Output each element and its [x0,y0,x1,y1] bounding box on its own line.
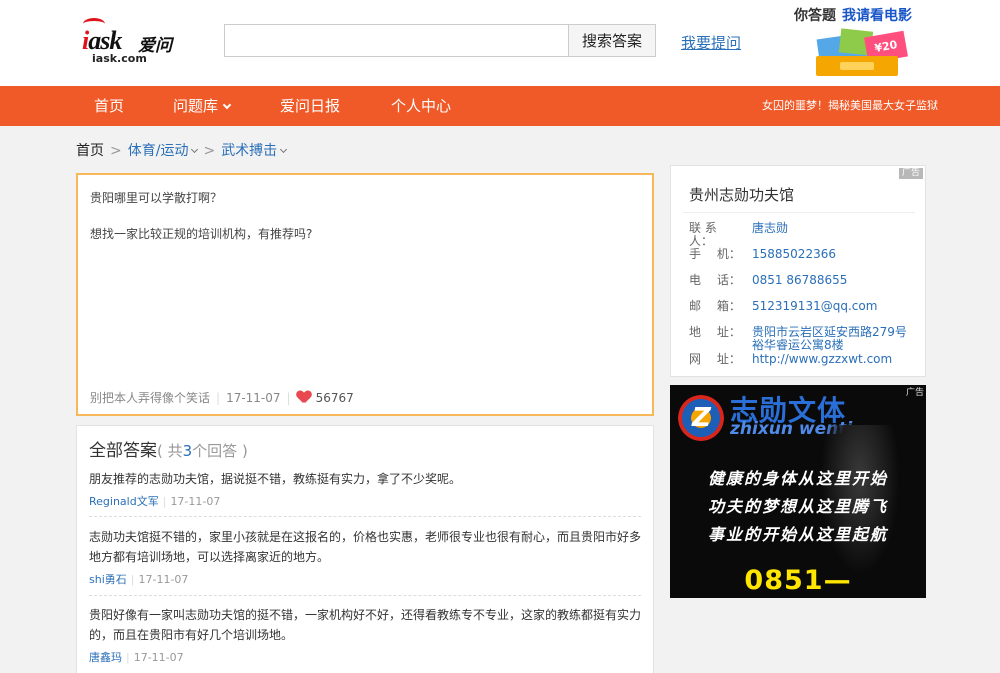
answer-user[interactable]: Reginald文军 [89,495,159,508]
promo-highlight: 我请看电影 [842,8,912,24]
nav-notice-link[interactable]: 女囚的噩梦！揭秘美国最大女子监狱 [762,86,938,126]
question-title: 贵阳哪里可以学散打啊？ [90,191,223,205]
ad-slogan: 事业的开始从这里起航 [707,525,888,544]
nav-item-daily[interactable]: 爱问日报 [280,86,340,126]
ad-label: 广告 [905,388,924,398]
logo-domain: iask.com [92,52,147,65]
question-description: 想找一家比较正规的培训机构，有推荐吗? [90,227,313,241]
breadcrumb: 首页 > 体育/运动 > 武术搏击 [76,140,288,160]
question-meta: 别把本人弄得像个笑话 | 17-11-07 | 56767 [90,391,354,405]
iask-logo[interactable]: iask 爱问 iask.com [80,18,180,65]
breadcrumb-subcategory[interactable]: 武术搏击 [221,143,288,159]
ad-label: 广告 [898,168,923,179]
question-likes: 56767 [315,391,354,405]
answer-date: 17-11-07 [138,573,189,586]
chevron-down-icon [191,145,199,154]
answer-text: 志勋功夫馆挺不错的，家里小孩就是在这报名的，价格也实惠，老师很专业也很有耐心，而… [89,530,642,564]
ad-slogan: 功夫的梦想从这里腾飞 [707,497,888,516]
card-title: 贵州志勋功夫馆 [689,186,795,204]
ask-question-link[interactable]: 我要提问 [681,32,741,53]
chevron-down-icon [222,100,232,110]
heart-icon[interactable] [297,391,311,403]
promo-banner[interactable]: 你答题 我请看电影 ¥20 [786,4,926,82]
question-author[interactable]: 别把本人弄得像个笑话 [90,391,210,405]
divider [683,212,915,213]
answers-heading: 全部答案( 共3个回答 ) [89,441,248,461]
ad-phone: 0851—86788655 [719,565,876,598]
answer-user[interactable]: shi勇石 [89,573,127,586]
ad-contact-card[interactable]: 广告 贵州志勋功夫馆 联 系 人： 唐志勋 手 机： 15885022366 电 话… [670,165,926,377]
answer-date: 17-11-07 [133,651,184,664]
ad-slogan: 健康的身体从这里开始 [707,469,888,488]
ad-banner-image[interactable]: 广告 Z 志勋文体 zhixun wenti 健康的身体从这里开始 功夫的梦想从… [670,385,926,598]
nav-item-home[interactable]: 首页 [94,86,124,126]
search-button[interactable]: 搜索答案 [568,24,656,57]
answer-divider [89,595,641,596]
question-date: 17-11-07 [226,391,281,405]
answer-date: 17-11-07 [170,495,221,508]
logo-word: ask [88,26,122,55]
answer-divider [89,516,641,517]
breadcrumb-home[interactable]: 首页 [76,143,104,159]
answer-user[interactable]: 唐鑫玛 [89,651,122,664]
box-icon [816,56,898,76]
top-header: iask 爱问 iask.com 搜索答案 我要提问 你答题 我请看电影 ¥20 [0,0,1000,86]
logo-letter: Z [692,403,711,433]
answer-item: 志勋功夫馆挺不错的，家里小孩就是在这报名的，价格也实惠，老师很专业也很有耐心，而… [89,527,641,587]
answer-text: 朋友推荐的志勋功夫馆，据说挺不错，教练挺有实力，拿了不少奖呢。 [89,472,462,486]
question-card: 贵阳哪里可以学散打啊？ 想找一家比较正规的培训机构，有推荐吗? 别把本人弄得像个… [76,173,654,416]
nav-item-profile[interactable]: 个人中心 [391,86,451,126]
promo-text: 你答题 [794,8,836,24]
search-input[interactable] [224,24,568,57]
main-nav: 首页 问题库 爱问日报 个人中心 女囚的噩梦！揭秘美国最大女子监狱 [0,86,1000,126]
breadcrumb-category[interactable]: 体育/运动 [128,143,199,159]
answer-item: 贵阳好像有一家叫志勋功夫馆的挺不错，一家机构好不好，还得看教练专不专业，这家的教… [89,605,641,665]
answers-panel: 全部答案( 共3个回答 ) 朋友推荐的志勋功夫馆，据说挺不错，教练挺有实力，拿了… [76,425,654,673]
nav-item-question-bank[interactable]: 问题库 [173,86,232,126]
answer-text: 贵阳好像有一家叫志勋功夫馆的挺不错，一家机构好不好，还得看教练专不专业，这家的教… [89,608,642,642]
answer-item: 朋友推荐的志勋功夫馆，据说挺不错，教练挺有实力，拿了不少奖呢。 Reginald… [89,469,641,509]
chevron-down-icon [280,145,288,154]
answers-count: 3 [182,442,193,460]
